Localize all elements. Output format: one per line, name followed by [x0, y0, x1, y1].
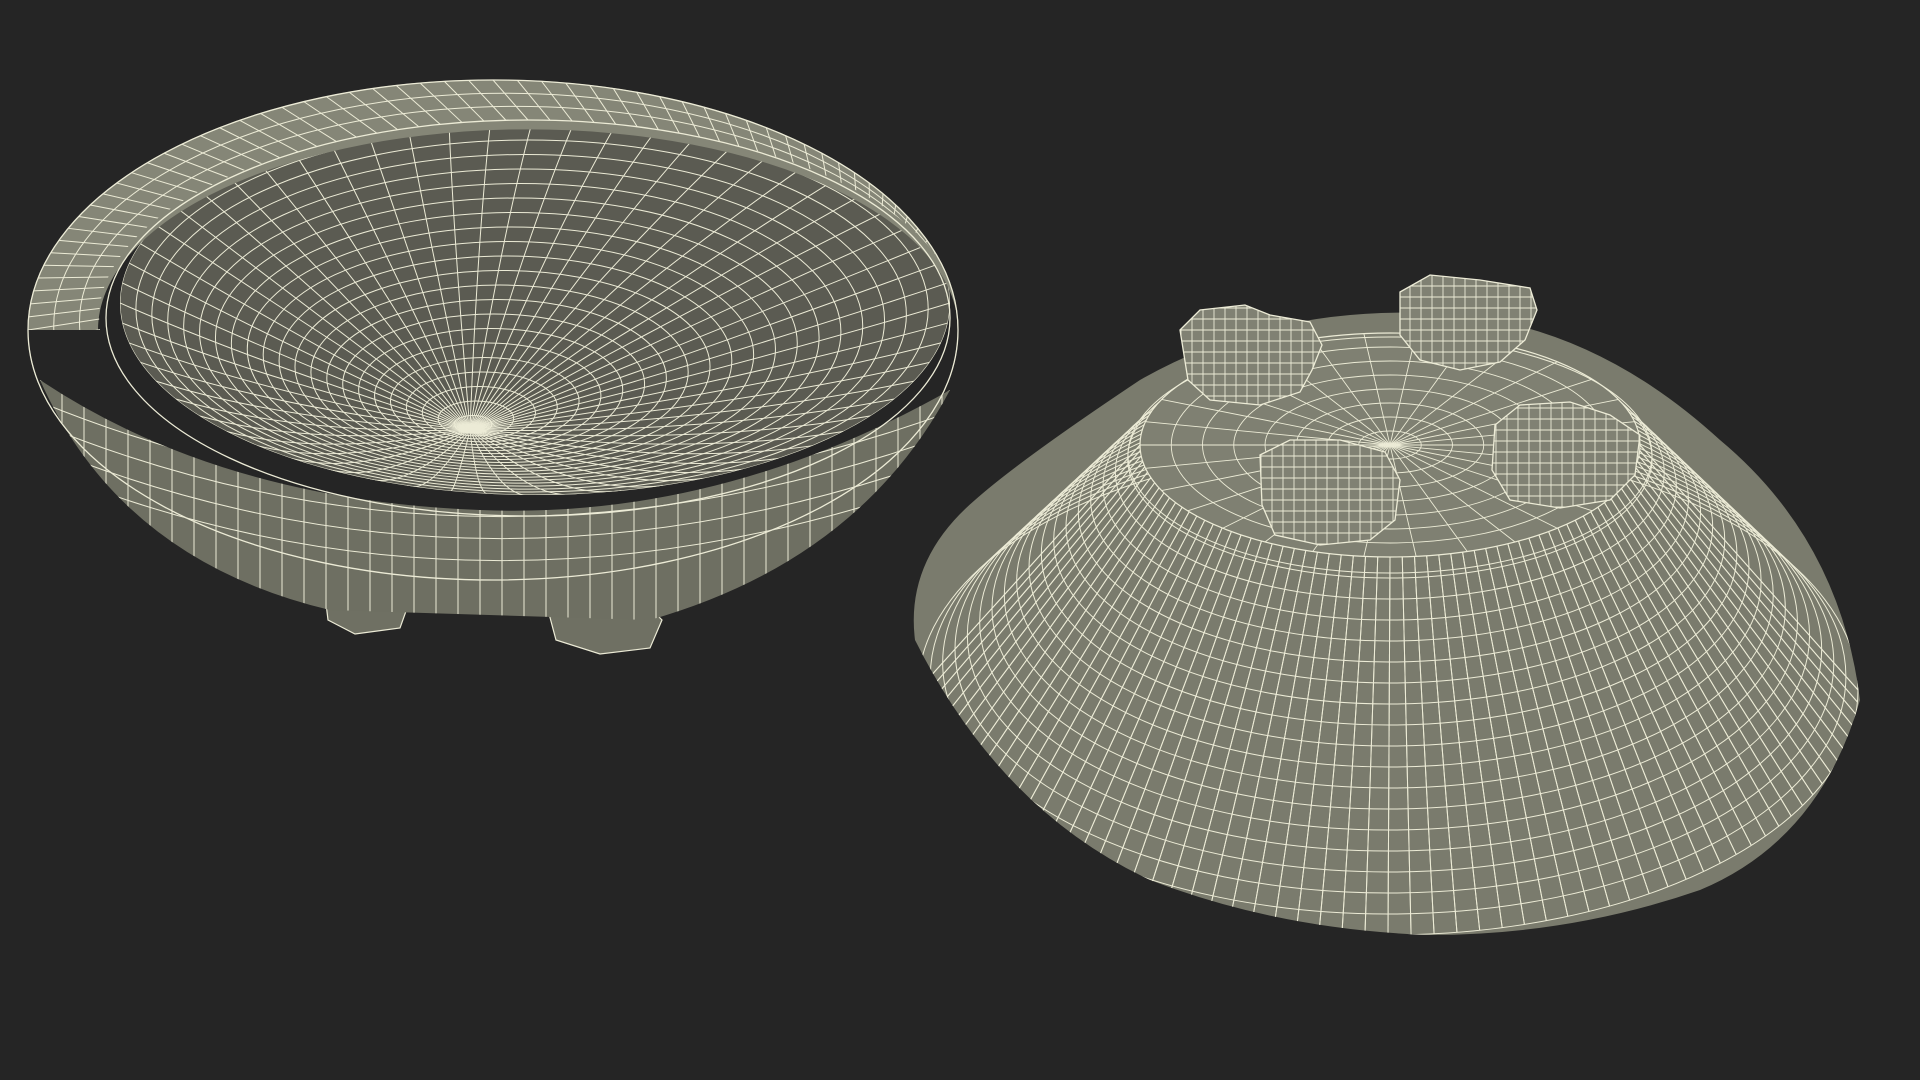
wireframe-scene: [27, 79, 1860, 935]
inverted-bowl[interactable]: [913, 242, 1860, 935]
3d-viewport[interactable]: [0, 0, 1920, 1080]
upright-bowl[interactable]: [27, 79, 959, 655]
